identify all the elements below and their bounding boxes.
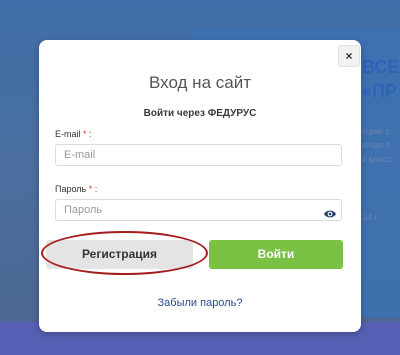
background-text-line: 24 г.	[362, 212, 380, 222]
required-mark: * :	[83, 129, 92, 139]
background-text-line: кцию с	[362, 126, 390, 136]
register-button[interactable]: Регистрация	[46, 240, 193, 269]
eye-icon[interactable]	[323, 206, 337, 218]
email-field[interactable]	[55, 144, 342, 166]
background-text-line: ючая с	[362, 140, 391, 150]
background-text-line: к класс	[362, 154, 392, 164]
required-mark: * :	[88, 184, 98, 194]
background-heading: ВСЕ «ПР	[362, 57, 400, 101]
modal-title: Вход на сайт	[149, 73, 251, 92]
password-field[interactable]	[55, 199, 342, 221]
forgot-password-link[interactable]: Забыли пароль?	[39, 297, 361, 309]
fedurus-login-link[interactable]: Войти через ФЕДУРУС	[39, 108, 361, 119]
email-label: E-mail * :	[55, 129, 92, 139]
login-button[interactable]: Войти	[209, 240, 343, 269]
close-icon: ×	[345, 49, 353, 63]
password-label: Пароль * :	[55, 184, 98, 194]
close-button[interactable]: ×	[338, 45, 360, 67]
